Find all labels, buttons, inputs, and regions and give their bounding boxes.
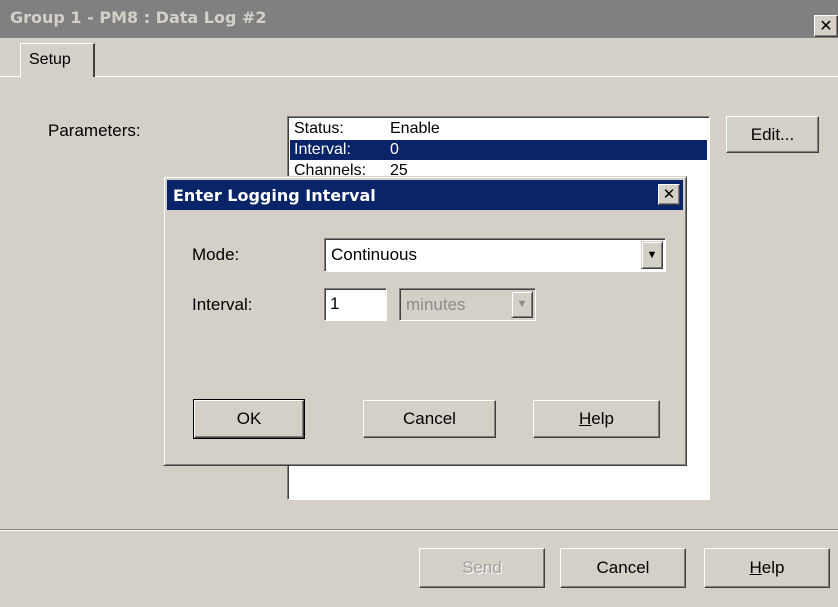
tab-setup-label: Setup [29,51,71,68]
cancel-button[interactable]: Cancel [560,548,686,588]
dialog-cancel-button[interactable]: Cancel [363,400,496,438]
list-item-key: Status: [294,120,344,137]
list-item-value: Enable [390,120,440,137]
edit-button[interactable]: Edit... [726,116,819,153]
tab-panel-border [0,76,838,77]
interval-input[interactable]: 1 [324,288,387,321]
list-item-selected[interactable]: Interval: 0 [290,140,707,160]
units-select-value: minutes [406,295,466,314]
parameters-label: Parameters: [48,121,141,140]
list-item-key: Interval: [294,141,351,158]
interval-label: Interval: [192,295,253,314]
dialog-help-button[interactable]: Help [533,400,660,438]
help-label-rest: elp [761,558,785,577]
ok-button[interactable]: OK [193,399,305,439]
help-button[interactable]: Help [704,548,830,588]
list-item[interactable]: Status: Enable [290,119,707,139]
units-select: minutes ▼ [399,288,536,321]
mode-label: Mode: [192,245,240,264]
interval-input-value: 1 [330,294,340,313]
footer-divider-highlight [0,530,838,531]
help-label-rest: elp [591,409,614,428]
dialog-title: Enter Logging Interval [173,186,376,205]
mode-select-value: Continuous [331,245,418,264]
chevron-down-icon[interactable]: ▼ [641,241,663,269]
tab-setup[interactable]: Setup [20,43,95,77]
send-button[interactable]: Send [419,548,545,588]
window-title-bar[interactable]: Group 1 - PM8 : Data Log #2 [0,0,838,38]
list-item-value: 0 [390,141,399,158]
mode-select[interactable]: Continuous ▼ [324,238,666,272]
window-close-icon[interactable]: ✕ [814,15,838,37]
window-title: Group 1 - PM8 : Data Log #2 [10,8,267,27]
chevron-down-icon: ▼ [511,291,533,318]
help-mnemonic: H [579,409,592,428]
dialog-title-bar[interactable]: Enter Logging Interval ✕ [167,180,683,210]
dialog-close-icon[interactable]: ✕ [658,184,680,205]
help-mnemonic: H [749,558,762,577]
logging-interval-dialog: Enter Logging Interval ✕ Mode: Continuou… [163,176,687,466]
